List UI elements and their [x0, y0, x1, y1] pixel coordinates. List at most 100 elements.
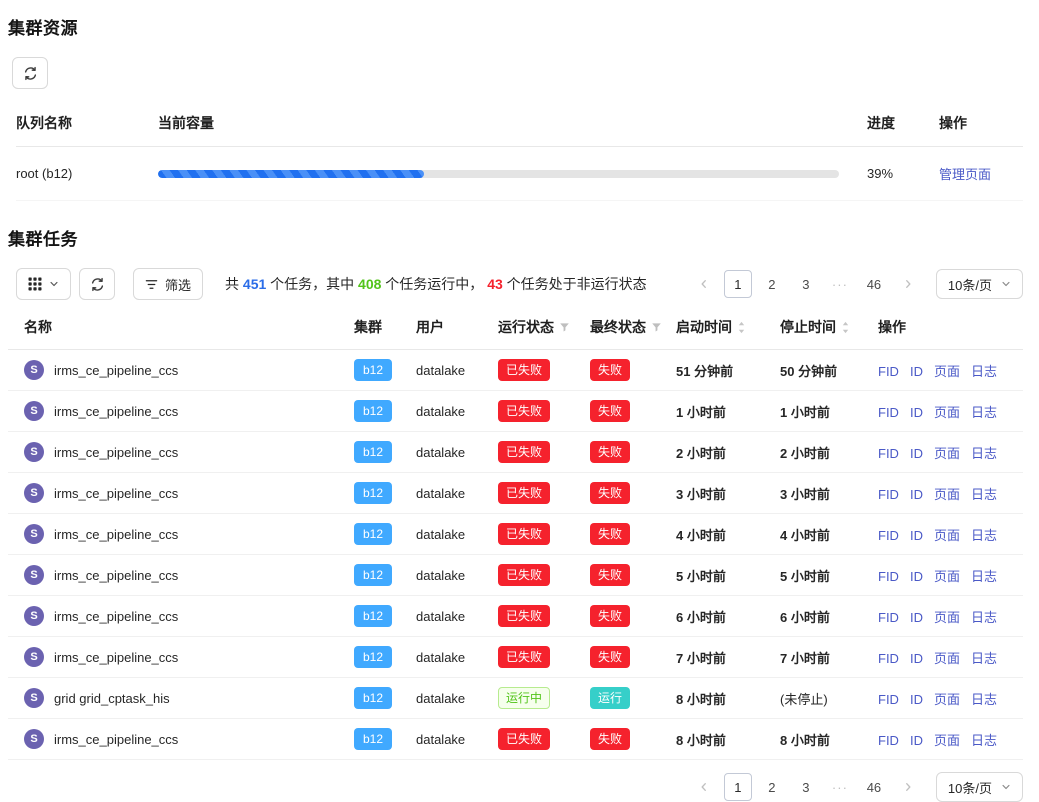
- page-button-46[interactable]: 46: [860, 270, 888, 298]
- action-link-id[interactable]: ID: [910, 446, 923, 461]
- view-mode-button[interactable]: [16, 268, 71, 300]
- column-user: 用户: [408, 308, 490, 350]
- row-actions: FID ID 页面日志: [870, 350, 1023, 391]
- action-link-log[interactable]: 日志: [971, 651, 997, 666]
- summary-text: 个任务运行中，: [381, 276, 487, 292]
- next-page-button[interactable]: [894, 270, 922, 298]
- row-actions: FID ID 页面日志: [870, 391, 1023, 432]
- action-link-id[interactable]: ID: [910, 733, 923, 748]
- page-button-3[interactable]: 3: [792, 773, 820, 801]
- action-link-log[interactable]: 日志: [971, 569, 997, 584]
- resources-table: 队列名称 当前容量 进度 操作 root (b12) 39% 管理页面: [16, 105, 1023, 201]
- action-link-page[interactable]: 页面: [934, 405, 960, 420]
- chevron-right-icon: [903, 279, 913, 289]
- page-button-46[interactable]: 46: [860, 773, 888, 801]
- resources-refresh-button[interactable]: [12, 57, 48, 89]
- non-running-count: 43: [487, 276, 503, 292]
- action-link-page[interactable]: 页面: [934, 651, 960, 666]
- tasks-refresh-button[interactable]: [79, 268, 115, 300]
- action-link-fid[interactable]: FID: [878, 733, 899, 748]
- prev-page-button[interactable]: [690, 773, 718, 801]
- table-row: S irms_ce_pipeline_ccs b12 datalake 已失败 …: [8, 432, 1023, 473]
- action-link-id[interactable]: ID: [910, 405, 923, 420]
- page-button-1[interactable]: 1: [724, 270, 752, 298]
- user-name: datalake: [408, 719, 490, 760]
- start-time: 3 小时前: [668, 473, 772, 514]
- action-link-id[interactable]: ID: [910, 692, 923, 707]
- action-link-page[interactable]: 页面: [934, 364, 960, 379]
- action-link-log[interactable]: 日志: [971, 528, 997, 543]
- cluster-badge: b12: [354, 728, 392, 750]
- action-link-page[interactable]: 页面: [934, 569, 960, 584]
- action-link-id[interactable]: ID: [910, 487, 923, 502]
- action-link-page[interactable]: 页面: [934, 692, 960, 707]
- cluster-badge: b12: [354, 523, 392, 545]
- action-link-fid[interactable]: FID: [878, 405, 899, 420]
- action-link-fid[interactable]: FID: [878, 528, 899, 543]
- action-link-page[interactable]: 页面: [934, 446, 960, 461]
- pagination-top: 1 2 3 ··· 46 10条/页: [690, 269, 1023, 299]
- action-link-page[interactable]: 页面: [934, 610, 960, 625]
- action-link-id[interactable]: ID: [910, 610, 923, 625]
- stop-time: 50 分钟前: [772, 350, 870, 391]
- user-name: datalake: [408, 637, 490, 678]
- action-link-id[interactable]: ID: [910, 528, 923, 543]
- action-link-page[interactable]: 页面: [934, 528, 960, 543]
- action-link-log[interactable]: 日志: [971, 364, 997, 379]
- action-link-log[interactable]: 日志: [971, 733, 997, 748]
- manage-page-link[interactable]: 管理页面: [939, 167, 991, 182]
- tasks-toolbar: 筛选 共 451 个任务，其中 408 个任务运行中， 43 个任务处于非运行状…: [16, 268, 1023, 300]
- action-link-page[interactable]: 页面: [934, 487, 960, 502]
- action-link-id[interactable]: ID: [910, 569, 923, 584]
- row-actions: FID ID 页面日志: [870, 514, 1023, 555]
- action-link-fid[interactable]: FID: [878, 446, 899, 461]
- start-time: 1 小时前: [668, 391, 772, 432]
- action-link-log[interactable]: 日志: [971, 610, 997, 625]
- page-button-2[interactable]: 2: [758, 773, 786, 801]
- user-name: datalake: [408, 350, 490, 391]
- action-link-fid[interactable]: FID: [878, 364, 899, 379]
- page-button-1[interactable]: 1: [724, 773, 752, 801]
- action-link-id[interactable]: ID: [910, 651, 923, 666]
- column-start-time[interactable]: 启动时间: [668, 308, 772, 350]
- prev-page-button[interactable]: [690, 270, 718, 298]
- column-queue-name: 队列名称: [16, 113, 132, 133]
- filter-funnel-icon[interactable]: [651, 322, 662, 333]
- action-link-log[interactable]: 日志: [971, 446, 997, 461]
- grid-icon: [28, 277, 42, 291]
- page-button-3[interactable]: 3: [792, 270, 820, 298]
- sort-icon[interactable]: [841, 321, 850, 334]
- page-ellipsis[interactable]: ···: [826, 773, 854, 801]
- action-link-id[interactable]: ID: [910, 364, 923, 379]
- avatar: S: [24, 606, 44, 626]
- task-name: irms_ce_pipeline_ccs: [54, 650, 178, 665]
- final-status-badge: 运行: [590, 687, 630, 709]
- avatar: S: [24, 360, 44, 380]
- next-page-button[interactable]: [894, 773, 922, 801]
- action-link-fid[interactable]: FID: [878, 487, 899, 502]
- action-link-fid[interactable]: FID: [878, 569, 899, 584]
- page-ellipsis[interactable]: ···: [826, 270, 854, 298]
- action-link-fid[interactable]: FID: [878, 610, 899, 625]
- column-stop-time[interactable]: 停止时间: [772, 308, 870, 350]
- total-count: 451: [243, 276, 266, 292]
- page-size-select[interactable]: 10条/页: [936, 269, 1023, 299]
- filter-funnel-icon[interactable]: [559, 322, 570, 333]
- filter-button[interactable]: 筛选: [133, 268, 203, 300]
- cluster-badge: b12: [354, 400, 392, 422]
- page-button-2[interactable]: 2: [758, 270, 786, 298]
- user-name: datalake: [408, 473, 490, 514]
- action-link-log[interactable]: 日志: [971, 487, 997, 502]
- action-link-fid[interactable]: FID: [878, 692, 899, 707]
- sort-icon[interactable]: [737, 321, 746, 334]
- action-link-log[interactable]: 日志: [971, 405, 997, 420]
- page-size-select[interactable]: 10条/页: [936, 772, 1023, 802]
- table-row: S irms_ce_pipeline_ccs b12 datalake 已失败 …: [8, 555, 1023, 596]
- action-link-log[interactable]: 日志: [971, 692, 997, 707]
- action-link-page[interactable]: 页面: [934, 733, 960, 748]
- table-row: S irms_ce_pipeline_ccs b12 datalake 已失败 …: [8, 596, 1023, 637]
- task-name: irms_ce_pipeline_ccs: [54, 445, 178, 460]
- stop-time: 2 小时前: [772, 432, 870, 473]
- action-link-fid[interactable]: FID: [878, 651, 899, 666]
- table-row: S irms_ce_pipeline_ccs b12 datalake 已失败 …: [8, 719, 1023, 760]
